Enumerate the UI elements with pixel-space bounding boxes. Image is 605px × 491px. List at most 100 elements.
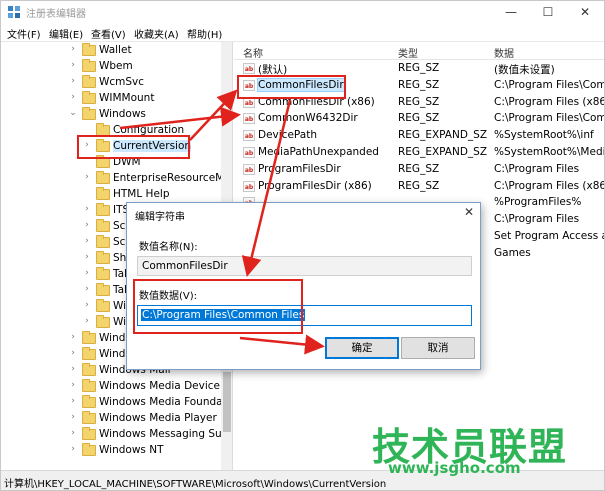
- value-type: REG_SZ: [398, 95, 440, 108]
- value-data: C:\Program Files\Comm: [494, 112, 604, 125]
- tree-item-label: Windows NT: [99, 444, 164, 456]
- value-row[interactable]: ab ProgramFilesDir REG_SZ C:\Program Files: [234, 162, 604, 179]
- menu-bar: 文件(F) 编辑(E) 查看(V) 收藏夹(A) 帮助(H): [1, 23, 604, 42]
- dialog-close-icon[interactable]: ✕: [461, 205, 477, 219]
- expand-icon[interactable]: ›: [82, 316, 92, 326]
- tree-item[interactable]: › Wbem: [1, 59, 232, 75]
- value-row[interactable]: ab DevicePath REG_EXPAND_SZ %SystemRoot%\in…: [234, 128, 604, 145]
- value-type: REG_SZ: [398, 112, 440, 125]
- value-name: CommonW6432Dir: [258, 112, 358, 125]
- tree-item-label: Windows Media Foundatic: [99, 396, 233, 408]
- folder-icon: [82, 107, 96, 120]
- folder-icon: [82, 331, 96, 344]
- value-data: C:\Program Files: [494, 162, 580, 175]
- expand-icon[interactable]: ›: [68, 428, 78, 438]
- menu-edit[interactable]: 编辑(E): [49, 26, 83, 41]
- collapse-icon[interactable]: ⌄: [68, 108, 78, 118]
- expand-icon[interactable]: ›: [68, 76, 78, 86]
- tree-item-label: HTML Help: [113, 188, 170, 200]
- expand-icon[interactable]: ›: [82, 284, 92, 294]
- value-type: REG_SZ: [398, 62, 440, 74]
- folder-icon: [82, 411, 96, 424]
- minimize-button[interactable]: —: [493, 1, 529, 23]
- expand-icon[interactable]: ›: [68, 412, 78, 422]
- tree-item-label: WIMMount: [99, 92, 155, 104]
- tree-item-label: WcmSvc: [99, 76, 145, 88]
- value-name-label: 数值名称(N):: [139, 242, 198, 253]
- close-button[interactable]: ✕: [567, 1, 603, 23]
- value-row[interactable]: ab CommonW6432Dir REG_SZ C:\Program Files\C…: [234, 111, 604, 128]
- tree-item-label: Windows Messaging Subs: [99, 428, 233, 440]
- tree-item[interactable]: ⌄ Windows: [1, 107, 232, 123]
- expand-icon[interactable]: ›: [68, 364, 78, 374]
- maximize-button[interactable]: ☐: [530, 1, 566, 23]
- tree-item-label: EnterpriseResourceMa: [113, 172, 231, 184]
- tree-item[interactable]: › WIMMount: [1, 91, 232, 107]
- menu-file[interactable]: 文件(F): [7, 26, 41, 41]
- column-header-data[interactable]: 数据: [494, 45, 514, 60]
- tree-item[interactable]: › Windows Media Foundatic: [1, 395, 233, 411]
- expand-icon[interactable]: ›: [68, 44, 78, 54]
- ok-button[interactable]: 确定: [325, 337, 399, 359]
- value-data: Games: [494, 246, 531, 259]
- list-header: 名称 类型 数据: [234, 42, 604, 60]
- dialog-title: 编辑字符串: [135, 212, 185, 223]
- expand-icon[interactable]: ›: [68, 332, 78, 342]
- folder-icon: [82, 75, 96, 88]
- tree-item[interactable]: › WcmSvc: [1, 75, 232, 91]
- highlight-value-data: [133, 279, 303, 334]
- value-data: Set Program Access an: [494, 230, 604, 242]
- expand-icon[interactable]: ›: [82, 236, 92, 246]
- expand-icon[interactable]: ›: [68, 444, 78, 454]
- title-bar: 注册表编辑器 — ☐ ✕: [1, 1, 604, 23]
- value-data: C:\Program Files\Comm: [494, 78, 604, 91]
- value-row[interactable]: ab MediaPathUnexpanded REG_EXPAND_SZ %Syste…: [234, 145, 604, 162]
- window-title: 注册表编辑器: [26, 9, 86, 20]
- expand-icon[interactable]: ›: [68, 348, 78, 358]
- value-type: REG_SZ: [398, 179, 440, 192]
- folder-icon: [82, 363, 96, 376]
- expand-icon[interactable]: ›: [68, 92, 78, 102]
- value-row[interactable]: ab ProgramFilesDir (x86) REG_SZ C:\Program …: [234, 179, 604, 196]
- menu-view[interactable]: 查看(V): [91, 26, 126, 41]
- expand-icon[interactable]: ›: [68, 60, 78, 70]
- expand-icon[interactable]: ›: [82, 204, 92, 214]
- tree-item[interactable]: › Wallet: [1, 43, 232, 59]
- string-value-icon: ab: [243, 130, 255, 142]
- value-type: REG_SZ: [398, 78, 440, 91]
- folder-icon: [96, 283, 110, 296]
- highlight-currentversion: [77, 135, 190, 159]
- tree-item[interactable]: HTML Help: [1, 187, 232, 203]
- tree-item-label: Wallet: [99, 44, 132, 56]
- expand-icon[interactable]: ›: [82, 300, 92, 310]
- expand-icon[interactable]: ›: [82, 172, 92, 182]
- value-data: C:\Program Files (x86): [494, 179, 604, 192]
- menu-favorites[interactable]: 收藏夹(A): [134, 26, 179, 41]
- expand-icon[interactable]: ›: [82, 252, 92, 262]
- tree-item-label: Wbem: [99, 60, 133, 72]
- tree-item[interactable]: › Windows Media Device M: [1, 379, 232, 395]
- column-header-name[interactable]: 名称: [243, 45, 263, 60]
- cancel-button[interactable]: 取消: [401, 337, 475, 359]
- value-name: ProgramFilesDir: [258, 162, 341, 175]
- folder-icon: [96, 235, 110, 248]
- expand-icon[interactable]: ›: [68, 380, 78, 390]
- expand-icon[interactable]: ›: [82, 220, 92, 230]
- value-data: %ProgramFiles%: [494, 196, 582, 209]
- tree-item[interactable]: › EnterpriseResourceMa: [1, 171, 232, 187]
- folder-icon: [82, 427, 96, 440]
- tree-scrollbar-thumb[interactable]: [223, 372, 231, 432]
- watermark-url: www.jsgho.com: [388, 459, 521, 477]
- menu-help[interactable]: 帮助(H): [187, 26, 222, 41]
- expand-icon[interactable]: ›: [82, 268, 92, 278]
- value-name-field: CommonFilesDir: [137, 256, 472, 276]
- value-name: DevicePath: [258, 129, 317, 142]
- folder-icon: [96, 315, 110, 328]
- folder-icon: [82, 395, 96, 408]
- tree-item[interactable]: › Windows NT: [1, 443, 232, 459]
- tree-item[interactable]: › Windows Messaging Subs: [1, 427, 233, 443]
- expand-icon[interactable]: ›: [68, 396, 78, 406]
- tree-item[interactable]: › Windows Media Player NS: [1, 411, 232, 427]
- folder-icon: [96, 251, 110, 264]
- column-header-type[interactable]: 类型: [398, 45, 418, 60]
